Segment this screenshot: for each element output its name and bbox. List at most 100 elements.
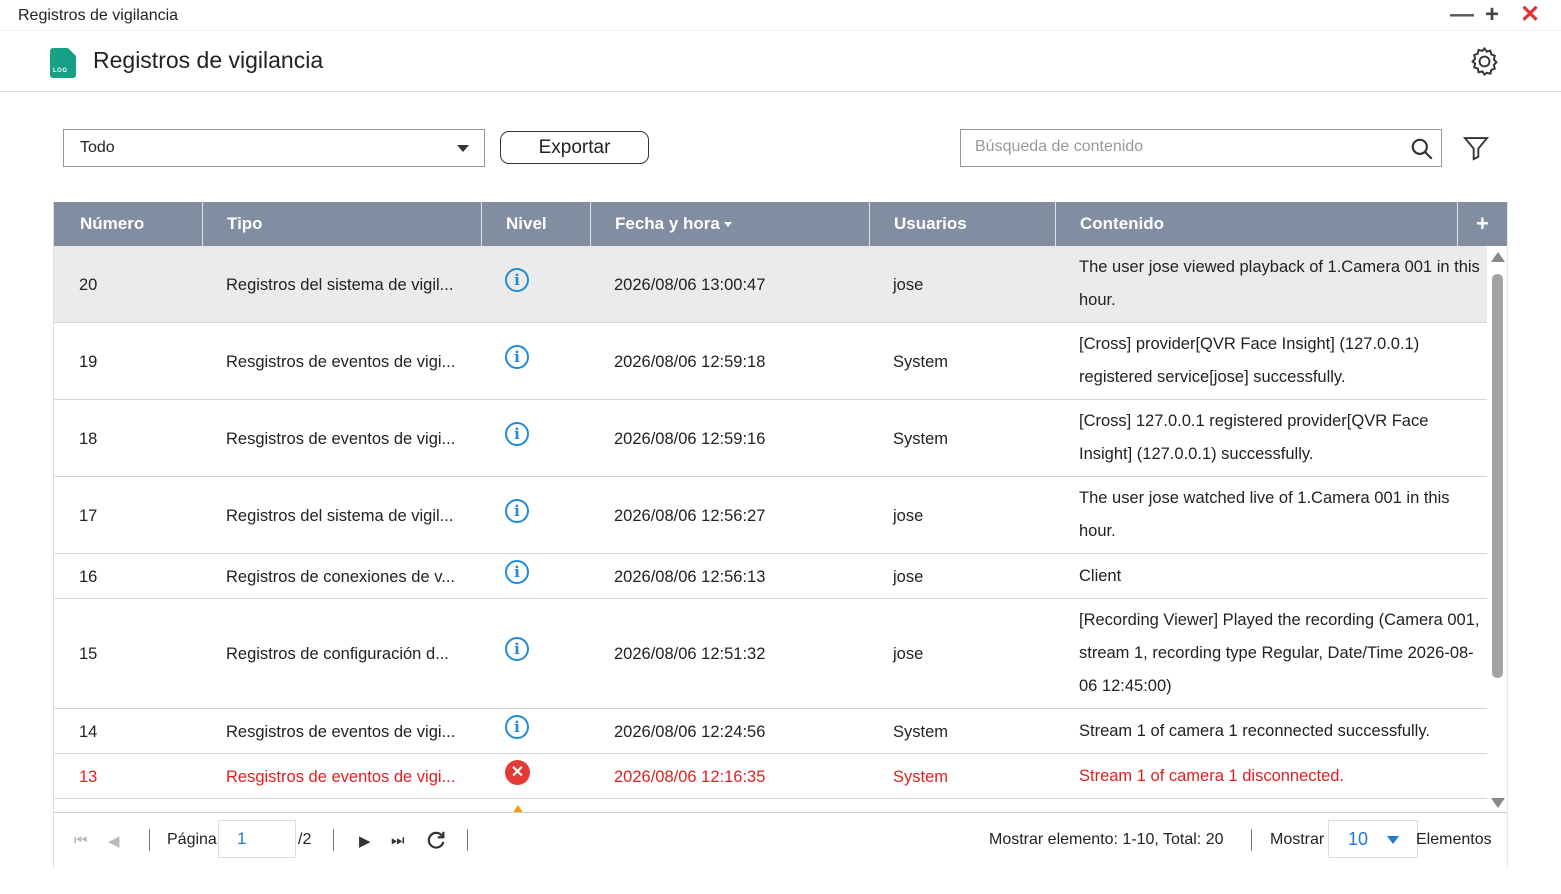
column-resize-handle[interactable] xyxy=(590,202,591,246)
cell-contenido: Stream 1 of camera 1 reconnected success… xyxy=(1079,722,1430,740)
search-icon[interactable] xyxy=(1409,136,1435,162)
cell-fecha: 2026/08/06 13:00:47 xyxy=(614,276,766,294)
last-page-icon[interactable]: ⏭ xyxy=(391,832,405,849)
info-icon: i xyxy=(505,560,529,584)
page-label: Página xyxy=(167,831,217,848)
cell-tipo: Resgistros de eventos de vigi... xyxy=(226,430,456,448)
col-header-usuarios[interactable]: Usuarios xyxy=(894,202,967,246)
first-page-icon[interactable]: ⏮ xyxy=(74,832,88,849)
page-title: Registros de vigilancia xyxy=(93,47,324,73)
column-resize-handle[interactable] xyxy=(1457,202,1458,246)
filter-select-value: Todo xyxy=(80,139,115,156)
gear-icon[interactable] xyxy=(1468,45,1501,78)
column-resize-handle[interactable] xyxy=(481,202,482,246)
cell-usuario: System xyxy=(893,353,949,371)
cell-usuario: jose xyxy=(893,568,924,586)
chevron-down-icon xyxy=(457,145,469,152)
log-type-filter-select[interactable]: Todo xyxy=(63,129,485,167)
refresh-icon[interactable] xyxy=(425,829,447,851)
maximize-icon[interactable]: + xyxy=(1485,3,1499,27)
cell-numero: 20 xyxy=(79,276,98,294)
table-row[interactable]: 16 Registros de conexiones de v... i 202… xyxy=(54,554,1487,599)
cell-tipo: Registros de conexiones de v... xyxy=(226,568,455,586)
app-logo-icon: LOG xyxy=(50,48,76,78)
info-icon: i xyxy=(505,637,529,661)
scroll-down-icon[interactable] xyxy=(1491,798,1505,808)
table-row[interactable]: 18 Resgistros de eventos de vigi... i 20… xyxy=(54,400,1487,477)
table-row[interactable]: 14 Resgistros de eventos de vigi... i 20… xyxy=(54,709,1487,754)
page-size-value: 10 xyxy=(1348,829,1369,849)
cell-fecha: 2026/08/06 12:16:35 xyxy=(614,768,766,786)
col-header-fecha-label: Fecha y hora xyxy=(615,214,720,233)
info-icon: i xyxy=(505,422,529,446)
col-header-tipo[interactable]: Tipo xyxy=(227,202,263,246)
cell-tipo: Resgistros de eventos de vigi... xyxy=(226,723,456,741)
cell-usuario: System xyxy=(893,768,949,786)
window-title: Registros de vigilancia xyxy=(18,7,179,24)
close-icon[interactable]: ✕ xyxy=(1520,3,1540,27)
column-resize-handle[interactable] xyxy=(869,202,870,246)
cell-usuario: jose xyxy=(893,507,924,525)
pager-divider xyxy=(467,829,468,851)
cell-numero: 16 xyxy=(79,568,98,586)
scrollbar-thumb[interactable] xyxy=(1492,274,1503,678)
cell-fecha: 2026/08/06 12:56:27 xyxy=(614,507,766,525)
app-header: LOG Registros de vigilancia xyxy=(0,31,1561,92)
cell-fecha: 2026/08/06 12:59:18 xyxy=(614,353,766,371)
show-label: Mostrar xyxy=(1270,831,1325,848)
table-header: Número Tipo Nivel Fecha y hora Usuarios … xyxy=(54,202,1507,246)
cell-contenido: Client xyxy=(1079,567,1122,585)
cell-numero: 18 xyxy=(79,430,98,448)
cell-usuario: jose xyxy=(893,645,924,663)
table-row[interactable]: 13 Resgistros de eventos de vigi... ✕ 20… xyxy=(54,754,1487,799)
prev-page-icon[interactable]: ◀ xyxy=(108,832,120,850)
page-total: /2 xyxy=(298,831,312,848)
vertical-scrollbar[interactable] xyxy=(1487,246,1507,812)
window-titlebar: Registros de vigilancia — + ✕ xyxy=(0,0,1561,31)
info-icon: i xyxy=(505,499,529,523)
info-icon: i xyxy=(505,715,529,739)
col-header-nivel[interactable]: Nivel xyxy=(506,202,547,246)
cell-fecha: 2026/08/06 12:59:16 xyxy=(614,430,766,448)
table-row[interactable]: 15 Registros de configuración d... i 202… xyxy=(54,599,1487,709)
col-header-contenido[interactable]: Contenido xyxy=(1080,202,1164,246)
minimize-icon[interactable]: — xyxy=(1450,3,1474,27)
error-icon: ✕ xyxy=(505,760,530,785)
search-input[interactable] xyxy=(975,138,1405,156)
table-row[interactable]: 20 Registros del sistema de vigil... i 2… xyxy=(54,246,1487,323)
pagination-bar: ⏮ ◀ Página 1 /2 ▶ ⏭ Mostrar elemento: 1-… xyxy=(54,812,1507,868)
items-label: Elementos xyxy=(1416,831,1492,848)
table-row[interactable]: 19 Resgistros de eventos de vigi... i 20… xyxy=(54,323,1487,400)
table-body: 20 Registros del sistema de vigil... i 2… xyxy=(54,246,1487,812)
cell-contenido: Stream 1 of camera 1 disconnected. xyxy=(1079,767,1345,785)
next-page-icon[interactable]: ▶ xyxy=(359,832,371,850)
table-row[interactable] xyxy=(54,799,1487,812)
col-header-fecha[interactable]: Fecha y hora xyxy=(615,202,732,246)
cell-tipo: Registros del sistema de vigil... xyxy=(226,507,454,525)
cell-tipo: Registros de configuración d... xyxy=(226,645,449,663)
cell-numero: 13 xyxy=(79,768,98,786)
add-column-icon[interactable]: + xyxy=(1476,202,1489,246)
col-header-numero[interactable]: Número xyxy=(80,202,144,246)
cell-contenido: [Cross] provider[QVR Face Insight] (127.… xyxy=(1079,335,1420,386)
sort-descending-icon xyxy=(723,222,732,228)
warning-icon xyxy=(510,805,526,812)
scroll-up-icon[interactable] xyxy=(1491,252,1505,262)
pager-divider xyxy=(149,829,150,851)
page-number-input[interactable]: 1 xyxy=(218,820,296,858)
cell-usuario: jose xyxy=(893,276,924,294)
column-resize-handle[interactable] xyxy=(202,202,203,246)
page-size-select[interactable]: 10 xyxy=(1328,820,1418,858)
cell-tipo: Resgistros de eventos de vigi... xyxy=(226,353,456,371)
export-button[interactable]: Exportar xyxy=(500,131,649,164)
cell-usuario: System xyxy=(893,430,949,448)
app-logo-text: LOG xyxy=(53,68,68,74)
cell-fecha: 2026/08/06 12:24:56 xyxy=(614,723,766,741)
cell-contenido: The user jose watched live of 1.Camera 0… xyxy=(1079,489,1450,540)
column-resize-handle[interactable] xyxy=(1055,202,1056,246)
cell-numero: 19 xyxy=(79,353,98,371)
info-icon: i xyxy=(505,268,529,292)
cell-numero: 15 xyxy=(79,645,98,663)
filter-funnel-icon[interactable] xyxy=(1462,134,1490,162)
table-row[interactable]: 17 Registros del sistema de vigil... i 2… xyxy=(54,477,1487,554)
